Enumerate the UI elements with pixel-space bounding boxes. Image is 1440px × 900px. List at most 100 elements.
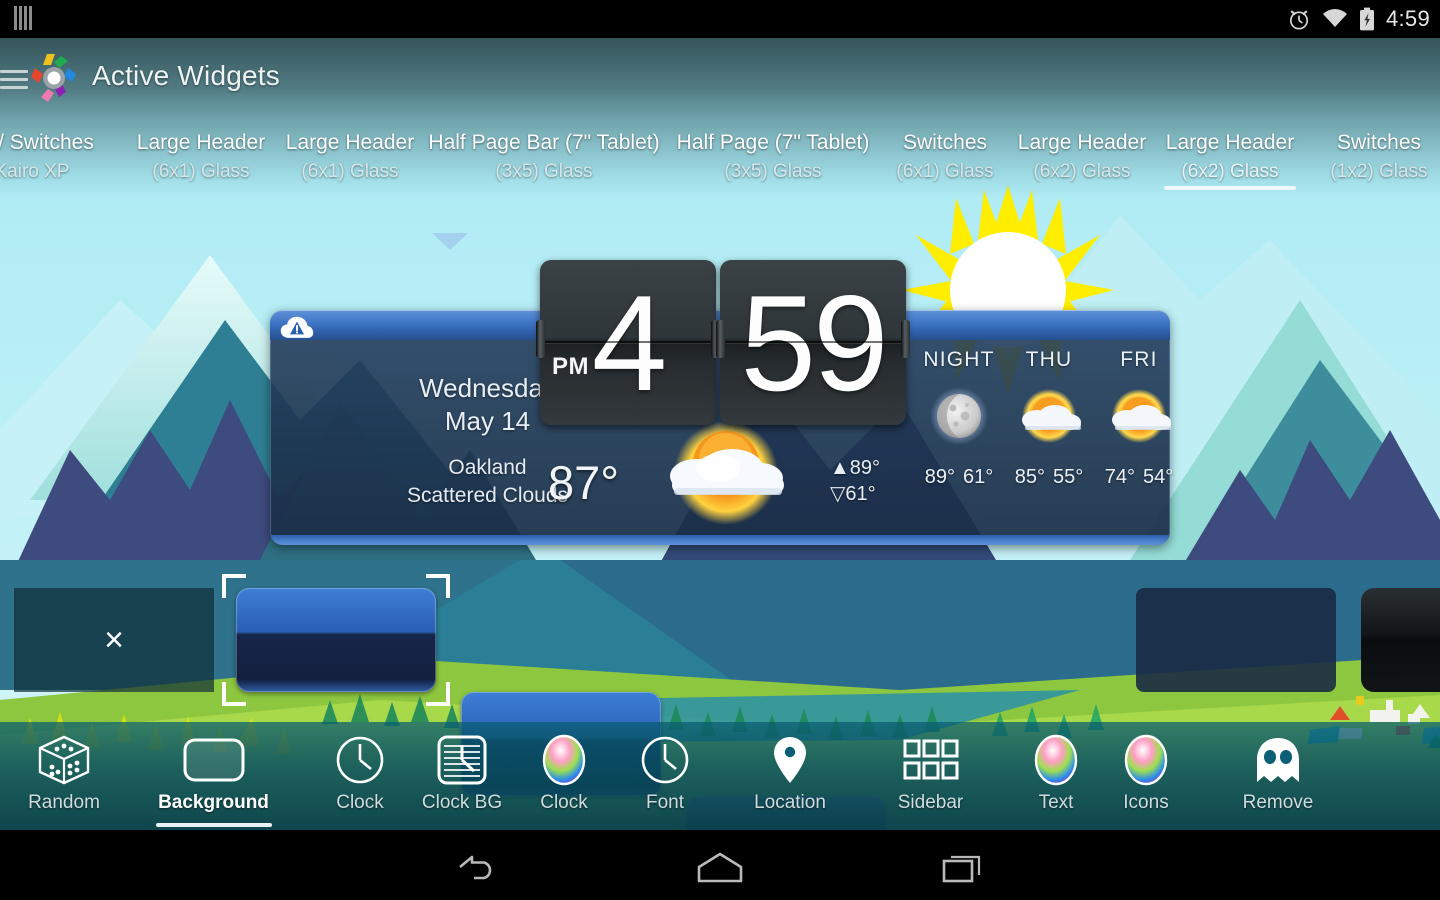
tab-subtitle: (6x1) Glass: [152, 161, 250, 182]
clock-ampm: PM: [552, 353, 589, 380]
grid-icon: [864, 732, 997, 788]
tab-8[interactable]: Switches (1x2) Glass: [1304, 120, 1440, 198]
action-bar: Active Widgets: [0, 38, 1440, 120]
tab-subtitle: Kairo XP: [0, 161, 70, 182]
toolbar-item-clock-bg[interactable]: Clock BG: [412, 722, 512, 830]
tab-1[interactable]: Large Header (6x1) Glass: [126, 120, 276, 198]
cloud-warning-icon[interactable]: [280, 316, 314, 340]
flip-seam: [720, 340, 906, 343]
toolbar-label: Location: [754, 792, 826, 813]
current-weather-icon: [670, 421, 784, 525]
widget-tab-strip[interactable]: r w/ Switches Kairo XP Large Header (6x1…: [0, 120, 1440, 198]
tab-title: Half Page (7" Tablet): [676, 131, 870, 154]
hamburger-line: [0, 70, 28, 73]
notif-bar: [24, 6, 27, 30]
flip-peg-left: [536, 320, 545, 359]
tab-subtitle: (1x2) Glass: [1330, 161, 1428, 182]
flip-peg-right: [901, 320, 910, 359]
tab-subtitle: (6x2) Glass: [1181, 161, 1279, 182]
bracket-top-right: [426, 574, 450, 598]
toolbar-label: Background: [158, 792, 269, 813]
forecast-low: 54°: [1143, 466, 1174, 488]
widget-bottom-bar: [270, 535, 1170, 545]
forecast-low: 55°: [1053, 466, 1084, 488]
swatch-dark-glass[interactable]: [1361, 588, 1440, 692]
color-wheel-icon: [1089, 732, 1203, 788]
rounded-rect-icon: [128, 732, 299, 788]
wifi-icon: [1322, 9, 1347, 27]
toolbar-item-location[interactable]: Location: [716, 722, 864, 830]
status-bar-clock: 4:59: [1385, 6, 1430, 31]
clock-hour-panel[interactable]: 4 PM: [536, 260, 720, 425]
battery-charging-icon: [1359, 7, 1374, 31]
tab-3[interactable]: Half Page Bar (7" Tablet) (3x5) Glass: [424, 120, 664, 198]
clock-minute-panel[interactable]: 59: [716, 260, 910, 425]
forecast-high: 74°: [1104, 466, 1135, 488]
forecast-temps: 74° 54°: [1084, 466, 1194, 489]
tab-title: Large Header: [1165, 131, 1295, 154]
toolbar-item-clock[interactable]: Clock: [299, 722, 421, 830]
clock-icon: [299, 732, 421, 788]
recents-icon[interactable]: [940, 850, 986, 884]
back-icon[interactable]: [452, 850, 498, 884]
hamburger-menu-icon[interactable]: [0, 65, 28, 94]
toolbar-item-background[interactable]: Background: [128, 722, 299, 830]
screen-root: Wednesday May 14 Oakland Scattered Cloud…: [0, 0, 1440, 900]
toolbar-selection-underline: [155, 823, 272, 827]
toolbar-item-icons[interactable]: Icons: [1089, 722, 1203, 830]
clock-background-icon: [412, 732, 512, 788]
background-swatch-strip[interactable]: ×: [0, 574, 1440, 900]
swatch-selection-brackets: [222, 574, 450, 706]
editor-toolbar[interactable]: Random Background Clock Clock BG Clock F…: [0, 722, 1440, 830]
home-icon[interactable]: [693, 850, 747, 884]
tab-0[interactable]: r w/ Switches Kairo XP: [0, 120, 132, 198]
today-low: ▽61°: [830, 483, 876, 505]
tab-5[interactable]: Switches (6x1) Glass: [882, 120, 1008, 198]
toolbar-item-random[interactable]: Random: [0, 722, 128, 830]
toolbar-label: Clock: [336, 792, 384, 813]
tab-title: Large Header: [136, 131, 266, 154]
bracket-top-left: [222, 574, 246, 598]
forecast-high: 89°: [924, 466, 955, 488]
toolbar-label: Font: [645, 792, 685, 813]
swatch-none[interactable]: ×: [14, 588, 214, 692]
tab-6[interactable]: Large Header (6x2) Glass: [1008, 120, 1156, 198]
status-icons: 4:59: [1287, 0, 1430, 38]
forecast-low: 61°: [963, 466, 994, 488]
toolbar-label: Clock: [540, 792, 588, 813]
flip-clock[interactable]: 4 PM 59: [536, 260, 910, 425]
notif-bar: [19, 6, 22, 30]
navigation-bar[interactable]: [0, 830, 1440, 900]
current-temperature: 87°: [548, 456, 620, 509]
tab-title: r w/ Switches: [0, 131, 94, 154]
bracket-bottom-right: [426, 682, 450, 706]
tab-7-selected[interactable]: Large Header (6x2) Glass: [1156, 120, 1304, 198]
tab-title: Switches: [902, 131, 988, 154]
toolbar-item-clock-color[interactable]: Clock: [514, 722, 614, 830]
tab-4[interactable]: Half Page (7" Tablet) (3x5) Glass: [664, 120, 882, 198]
flip-seam: [540, 340, 716, 343]
status-bar: 4:59: [0, 0, 1440, 38]
toolbar-item-sidebar[interactable]: Sidebar: [864, 722, 997, 830]
forecast-column-2[interactable]: FRI 74° 54°: [1084, 310, 1194, 489]
toolbar-item-font[interactable]: Font: [614, 722, 716, 830]
bracket-bottom-left: [222, 682, 246, 706]
tab-subtitle: (6x2) Glass: [1033, 161, 1131, 182]
tab-2[interactable]: Large Header (6x1) Glass: [276, 120, 424, 198]
toolbar-label: Remove: [1242, 792, 1314, 813]
hi-lo-temps: ▲89° ▽61°: [830, 455, 880, 507]
notif-bar: [29, 6, 32, 30]
tab-subtitle: (3x5) Glass: [495, 161, 593, 182]
map-pin-icon: [716, 732, 864, 788]
color-wheel-icon: [514, 732, 614, 788]
swatch-flat-navy[interactable]: [1136, 588, 1336, 692]
tab-title: Large Header: [285, 131, 415, 154]
forecast-label: FRI: [1120, 348, 1158, 371]
active-widgets-logo: [31, 54, 76, 102]
toolbar-item-remove[interactable]: Remove: [1204, 722, 1352, 830]
dice-icon: [0, 732, 128, 788]
tab-selection-underline: [1164, 186, 1296, 190]
widget-pointer: [432, 233, 468, 250]
tab-title: Switches: [1336, 131, 1422, 154]
ghost-icon: [1204, 732, 1352, 788]
